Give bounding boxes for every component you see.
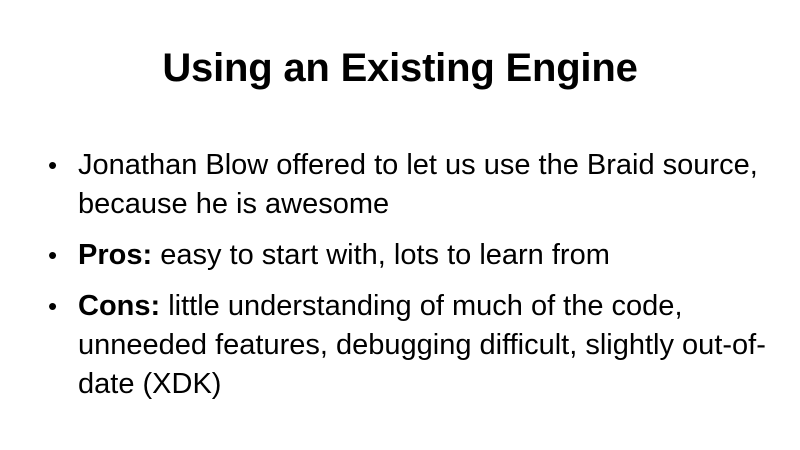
bullet-text: Jonathan Blow offered to let us use the … (78, 146, 768, 224)
bullet-dot-icon: • (48, 240, 58, 270)
bullet-lead-pros: Pros: (78, 239, 153, 271)
bullet-item-braid-source: • Jonathan Blow offered to let us use th… (48, 146, 768, 224)
slide: Using an Existing Engine • Jonathan Blow… (0, 0, 800, 450)
bullet-item-cons: • Cons: little understanding of much of … (48, 287, 768, 404)
slide-title: Using an Existing Engine (162, 46, 638, 90)
bullet-text: Pros: easy to start with, lots to learn … (78, 236, 768, 275)
bullet-item-pros: • Pros: easy to start with, lots to lear… (48, 236, 768, 275)
bullet-lead-cons: Cons: (78, 290, 161, 322)
bullet-dot-icon: • (48, 150, 58, 180)
bullet-text: Cons: little understanding of much of th… (78, 287, 768, 404)
bullet-dot-icon: • (48, 291, 58, 321)
bullet-list: • Jonathan Blow offered to let us use th… (48, 146, 768, 416)
bullet-body: little understanding of much of the code… (78, 290, 766, 400)
bullet-body: Jonathan Blow offered to let us use the … (78, 149, 758, 220)
bullet-body: easy to start with, lots to learn from (152, 239, 610, 271)
